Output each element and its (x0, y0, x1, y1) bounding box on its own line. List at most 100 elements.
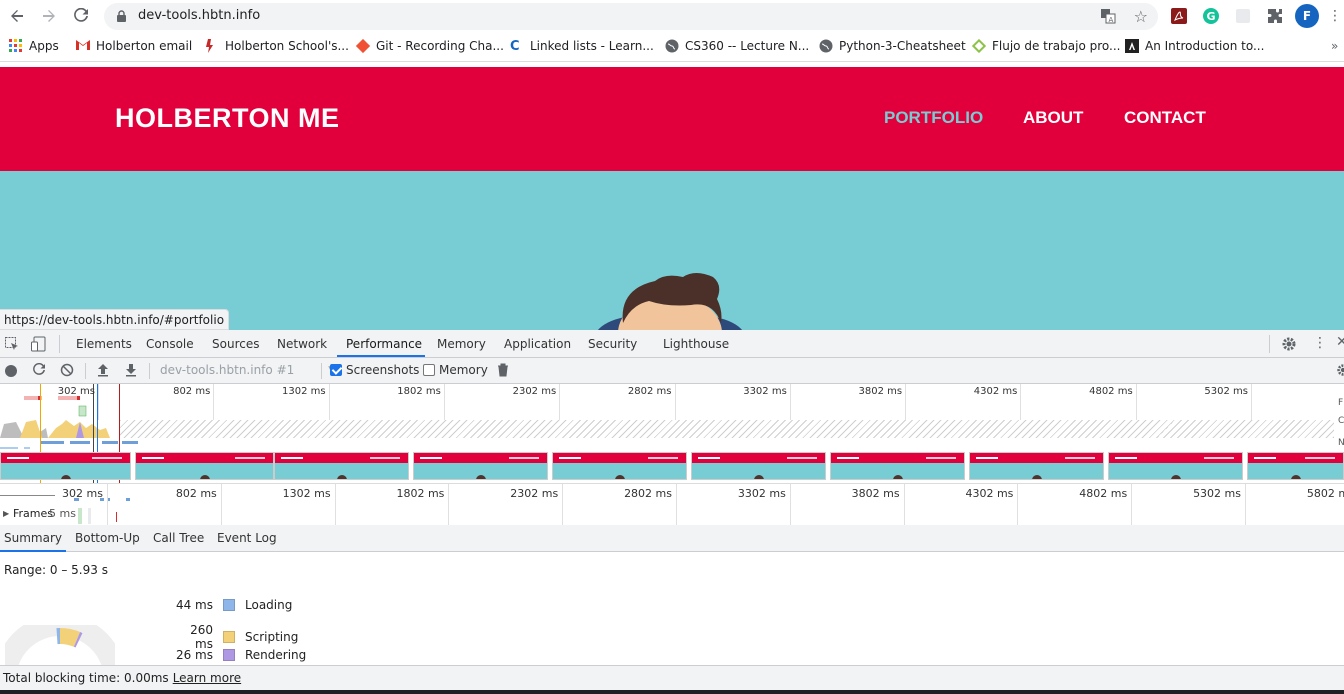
nav-portfolio[interactable]: PORTFOLIO (884, 108, 983, 128)
tab-divider (1269, 335, 1270, 353)
capture-settings-gear-icon[interactable] (1336, 363, 1344, 380)
svg-text:G: G (1207, 10, 1216, 23)
screenshot-thumbnail[interactable] (1108, 452, 1243, 480)
tab-summary[interactable]: Summary (4, 531, 62, 545)
bookmarks-overflow-icon[interactable]: » (1331, 39, 1338, 53)
bookmark-holberton-school[interactable]: Holberton School's... (205, 39, 349, 53)
flame-tick-label: 802 ms (175, 487, 217, 500)
bookmarks-bar: Apps Holberton email Holberton School's.… (0, 33, 1344, 62)
a-icon (1125, 39, 1139, 53)
tab-sources[interactable]: Sources (212, 337, 259, 351)
timeline-overview[interactable]: F C N 302 ms 802 ms 1302 ms 1802 ms 2302 ms 2… (0, 384, 1344, 483)
tab-network[interactable]: Network (277, 337, 327, 351)
tab-call-tree[interactable]: Call Tree (153, 531, 204, 545)
lock-icon (116, 10, 127, 26)
thumbnail-header (553, 453, 686, 463)
tab-bottom-up[interactable]: Bottom-Up (75, 531, 140, 545)
site-brand[interactable]: HOLBERTON ME (115, 103, 340, 134)
screenshot-thumbnail[interactable] (691, 452, 826, 480)
timeline-gridline (328, 384, 330, 420)
bookmark-python-cheatsheet[interactable]: Python-3-Cheatsheet (819, 39, 966, 53)
flame-tick-label: 5802 ms (1306, 487, 1344, 500)
timeline-gridline (1135, 384, 1137, 420)
tab-event-log[interactable]: Event Log (217, 531, 277, 545)
screenshot-thumbnail[interactable] (413, 452, 548, 480)
timeline-gridline (789, 384, 791, 420)
screenshot-thumbnail[interactable] (0, 452, 131, 480)
timeline-gridline (1251, 384, 1252, 420)
tab-console[interactable]: Console (146, 337, 194, 351)
checkbox-unchecked-icon[interactable] (423, 364, 435, 376)
screenshots-checkbox[interactable]: Screenshots (330, 363, 419, 377)
toolbar-divider (321, 363, 322, 379)
record-icon[interactable] (5, 365, 17, 377)
devtools-panel: Elements Console Sources Network Perform… (0, 330, 1344, 694)
reload-profile-icon[interactable] (32, 362, 46, 380)
tab-security[interactable]: Security (588, 337, 637, 351)
profile-select[interactable]: dev-tools.hbtn.info #1 ▼ (160, 363, 335, 377)
tab-memory[interactable]: Memory (437, 337, 486, 351)
screenshot-thumbnail[interactable] (135, 452, 274, 480)
timeline-tick-label: 1302 ms (282, 386, 326, 397)
nav-contact[interactable]: CONTACT (1124, 108, 1206, 128)
star-icon[interactable]: ☆ (1134, 7, 1148, 26)
translate-icon[interactable]: A (1100, 8, 1116, 27)
bookmark-cs360[interactable]: CS360 -- Lecture N... (665, 39, 809, 53)
flame-chart[interactable]: ▶ Frames 5 ms 302 ms 802 ms 1302 ms 1802 ms… (0, 483, 1344, 526)
checkbox-checked-icon[interactable] (330, 364, 342, 376)
screenshot-thumbnail[interactable] (1247, 452, 1344, 480)
back-icon[interactable] (5, 4, 29, 28)
tab-lighthouse[interactable]: Lighthouse (663, 337, 729, 351)
toolbar-divider (149, 363, 150, 379)
link-status-bubble: https://dev-tools.hbtn.info/#portfolio (0, 309, 230, 330)
frames-track-label[interactable]: Frames (13, 507, 53, 520)
pdf-extension-icon[interactable] (1169, 6, 1189, 26)
reload-icon[interactable] (69, 4, 93, 28)
settings-gear-icon[interactable] (1281, 336, 1297, 355)
bookmark-linked-lists[interactable]: C Linked lists - Learn... (510, 39, 654, 54)
timeline-tick-label: 4302 ms (973, 386, 1018, 397)
upload-icon[interactable] (96, 363, 110, 380)
bookmark-flujo-de-trabajo[interactable]: Flujo de trabajo pro... (971, 38, 1120, 54)
close-icon[interactable]: ✕ (1336, 334, 1344, 350)
tab-elements[interactable]: Elements (76, 337, 132, 351)
screenshot-thumbnail[interactable] (274, 452, 409, 480)
flame-gridline (562, 484, 564, 526)
memory-checkbox[interactable]: Memory (423, 363, 488, 377)
address-bar[interactable]: dev-tools.hbtn.info A ☆ (104, 3, 1158, 30)
flame-tick-label: 5302 ms (1193, 487, 1241, 500)
expand-triangle-icon[interactable]: ▶ (3, 509, 9, 518)
puzzle-icon[interactable] (1265, 6, 1285, 26)
devtools-footer: Total blocking time: 0.00ms Learn more (0, 665, 1344, 690)
screenshot-thumbnail[interactable] (830, 452, 965, 480)
trash-icon[interactable] (497, 363, 509, 380)
bookmark-apps[interactable]: Apps (9, 39, 59, 53)
bookmark-holberton-email[interactable]: Holberton email (76, 39, 192, 53)
timeline-tick-label: 2302 ms (512, 386, 557, 397)
avatar-illustration (597, 273, 743, 331)
forward-icon[interactable] (37, 4, 61, 28)
inspect-element-icon[interactable] (5, 337, 19, 354)
thumbnail-avatar (1290, 475, 1301, 479)
extension-placeholder-icon[interactable] (1233, 6, 1253, 26)
timeline-gridline (213, 384, 215, 420)
device-toolbar-icon[interactable] (31, 336, 47, 355)
thumbnail-header (1, 453, 130, 463)
download-icon[interactable] (124, 363, 138, 380)
learn-more-link[interactable]: Learn more (173, 671, 241, 685)
thumbnail-avatar (475, 475, 486, 479)
tab-application[interactable]: Application (504, 337, 571, 351)
screenshot-thumbnail[interactable] (552, 452, 687, 480)
nav-about[interactable]: ABOUT (1023, 108, 1083, 128)
grammarly-icon[interactable]: G (1201, 6, 1221, 26)
thumbnail-header (414, 453, 547, 463)
more-menu-icon[interactable]: ⋮ (1325, 6, 1344, 26)
bookmark-git[interactable]: Git - Recording Cha... (355, 38, 504, 54)
screenshot-thumbnail[interactable] (969, 452, 1104, 480)
devtools-menu-icon[interactable]: ⋮ (1313, 335, 1327, 351)
total-blocking-time: Total blocking time: 0.00ms Learn more (3, 671, 242, 685)
tab-performance[interactable]: Performance (346, 337, 422, 351)
clear-icon[interactable] (60, 363, 74, 380)
profile-avatar[interactable]: F (1295, 4, 1319, 28)
bookmark-an-introduction[interactable]: An Introduction to... (1125, 39, 1264, 53)
